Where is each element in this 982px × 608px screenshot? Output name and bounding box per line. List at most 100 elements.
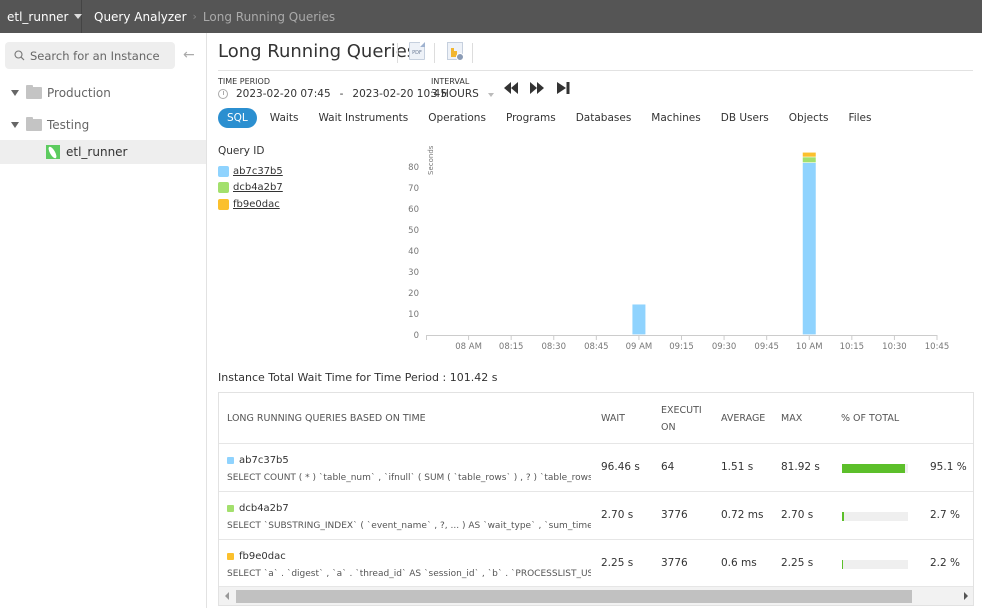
tab-programs[interactable]: Programs (499, 108, 563, 128)
tab-operations[interactable]: Operations (421, 108, 493, 128)
legend-label[interactable]: fb9e0dac (233, 199, 280, 210)
schedule-report-icon[interactable] (447, 42, 464, 61)
query-sql: SELECT `SUBSTRING_INDEX` ( `event_name` … (227, 521, 591, 531)
header-max[interactable]: MAX (781, 393, 802, 444)
scroll-right-arrow-icon[interactable] (964, 592, 968, 600)
header-average[interactable]: AVERAGE (721, 393, 765, 444)
query-id-text[interactable]: ab7c37b5 (239, 455, 289, 466)
top-bar: etl_runner Query Analyzer › Long Running… (0, 0, 982, 33)
time-period-from[interactable]: 2023-02-20 07:45 (236, 88, 331, 100)
export-pdf-icon[interactable]: PDF (409, 42, 425, 60)
instance-name: etl_runner (7, 9, 69, 24)
instance-switcher[interactable]: etl_runner (0, 0, 82, 33)
collapse-sidebar-arrow-icon[interactable]: ← (183, 47, 195, 63)
tab-objects[interactable]: Objects (782, 108, 836, 128)
expand-caret-icon[interactable] (11, 122, 19, 128)
legend-item-dcb4a2b7[interactable]: dcb4a2b7 (218, 180, 283, 197)
breadcrumb: Query Analyzer › Long Running Queries (82, 10, 335, 24)
divider (397, 43, 398, 63)
tab-db-users[interactable]: DB Users (714, 108, 776, 128)
time-period-picker[interactable]: 2023-02-20 07:45 - 2023-02-20 10:45 (218, 88, 447, 100)
tree-instance-etl-runner[interactable]: etl_runner (0, 140, 206, 164)
tab-files[interactable]: Files (841, 108, 878, 128)
average-value: 1.51 s (721, 461, 754, 473)
execution-value: 64 (661, 461, 675, 473)
table-row[interactable]: dcb4a2b7 SELECT `SUBSTRING_INDEX` ( `even… (219, 493, 973, 540)
search-icon (14, 50, 25, 61)
interval-select[interactable]: 3 HOURS (431, 88, 494, 100)
legend-item-ab7c37b5[interactable]: ab7c37b5 (218, 163, 283, 180)
chart-legend: Query ID ab7c37b5 dcb4a2b7 fb9e0dac (218, 145, 283, 213)
y-axis-label: Seconds (427, 145, 435, 175)
table-row[interactable]: fb9e0dac SELECT `a` . `digest` , `a` . `t… (219, 541, 973, 588)
instance-search-input[interactable] (30, 48, 165, 63)
legend-label[interactable]: dcb4a2b7 (233, 182, 283, 193)
tab-waits[interactable]: Waits (263, 108, 306, 128)
pct-progress-fill (842, 512, 844, 521)
query-id: dcb4a2b7 (227, 503, 289, 514)
skip-to-end-button[interactable] (557, 82, 573, 96)
y-tick-label: 30 (408, 268, 419, 278)
x-tick-label: 10:45 (925, 342, 950, 352)
wait-value: 2.25 s (601, 557, 634, 569)
pct-progress-fill (842, 560, 844, 569)
header-wait[interactable]: WAIT (601, 393, 625, 444)
x-tick-label: 08:15 (499, 342, 524, 352)
tab-machines[interactable]: Machines (644, 108, 707, 128)
breadcrumb-query-analyzer[interactable]: Query Analyzer (94, 10, 187, 24)
tab-databases[interactable]: Databases (569, 108, 639, 128)
query-id-text[interactable]: fb9e0dac (239, 551, 286, 562)
tree-instance-label: etl_runner (66, 145, 128, 159)
breadcrumb-separator-icon: › (192, 10, 197, 23)
interval-value: 3 HOURS (431, 88, 479, 100)
tab-wait-instruments[interactable]: Wait Instruments (311, 108, 415, 128)
horizontal-scrollbar[interactable] (219, 586, 973, 605)
max-value: 81.92 s (781, 461, 820, 473)
chart-bar-dcb4a2b7 (802, 157, 816, 163)
folder-icon (26, 85, 42, 99)
legend-label[interactable]: ab7c37b5 (233, 166, 283, 177)
fast-forward-button[interactable] (530, 82, 546, 96)
pct-value: 95.1 % (930, 461, 967, 473)
legend-swatch (218, 182, 229, 194)
dropdown-caret-icon (487, 93, 494, 97)
max-value: 2.70 s (781, 509, 814, 521)
rewind-button[interactable] (504, 82, 520, 96)
wait-value: 96.46 s (601, 461, 640, 473)
rewind-icon (504, 82, 518, 94)
tree-group-testing[interactable]: Testing (0, 113, 206, 137)
scrollbar-thumb[interactable] (236, 590, 912, 603)
average-value: 0.72 ms (721, 509, 764, 521)
expand-caret-icon[interactable] (11, 90, 19, 96)
tree-group-label: Production (47, 86, 111, 100)
average-value: 0.6 ms (721, 557, 757, 569)
clock-icon (218, 89, 228, 99)
header-pct-total[interactable]: % OF TOTAL (841, 393, 899, 444)
tab-sql[interactable]: SQL (218, 108, 257, 128)
x-tick-label: 09:45 (754, 342, 779, 352)
divider (472, 43, 473, 63)
breadcrumb-current: Long Running Queries (202, 9, 336, 24)
x-tick-label: 10 AM (796, 342, 823, 352)
chart-bar-ab7c37b5 (802, 162, 816, 335)
tree-group-production[interactable]: Production (0, 81, 206, 105)
legend-item-fb9e0dac[interactable]: fb9e0dac (218, 196, 283, 213)
wait-time-chart: 0 10 20 30 40 50 60 70 80 Seconds 08 AM 08:15 08:30 0… (408, 145, 950, 352)
scroll-left-arrow-icon[interactable] (225, 592, 229, 600)
pct-progress-bar (842, 464, 908, 473)
pct-progress-fill (842, 464, 905, 473)
y-tick-label: 0 (414, 331, 419, 341)
header-execution[interactable]: EXECUTION (661, 393, 709, 444)
queries-table: LONG RUNNING QUERIES BASED ON TIME WAIT … (218, 392, 974, 606)
table-row[interactable]: ab7c37b5 SELECT COUNT ( * ) `table_num` ,… (219, 445, 973, 492)
mysql-instance-icon (46, 145, 60, 159)
table-header: LONG RUNNING QUERIES BASED ON TIME WAIT … (219, 393, 973, 444)
dimension-tabs: SQL Waits Wait Instruments Operations Pr… (218, 107, 884, 129)
legend-title: Query ID (218, 145, 265, 157)
divider (434, 43, 435, 63)
query-id-text[interactable]: dcb4a2b7 (239, 503, 289, 514)
sidebar: ← Production Testing etl_runner (0, 33, 207, 608)
y-tick-label: 80 (408, 163, 419, 173)
folder-icon (26, 117, 42, 131)
fast-forward-icon (530, 82, 544, 94)
